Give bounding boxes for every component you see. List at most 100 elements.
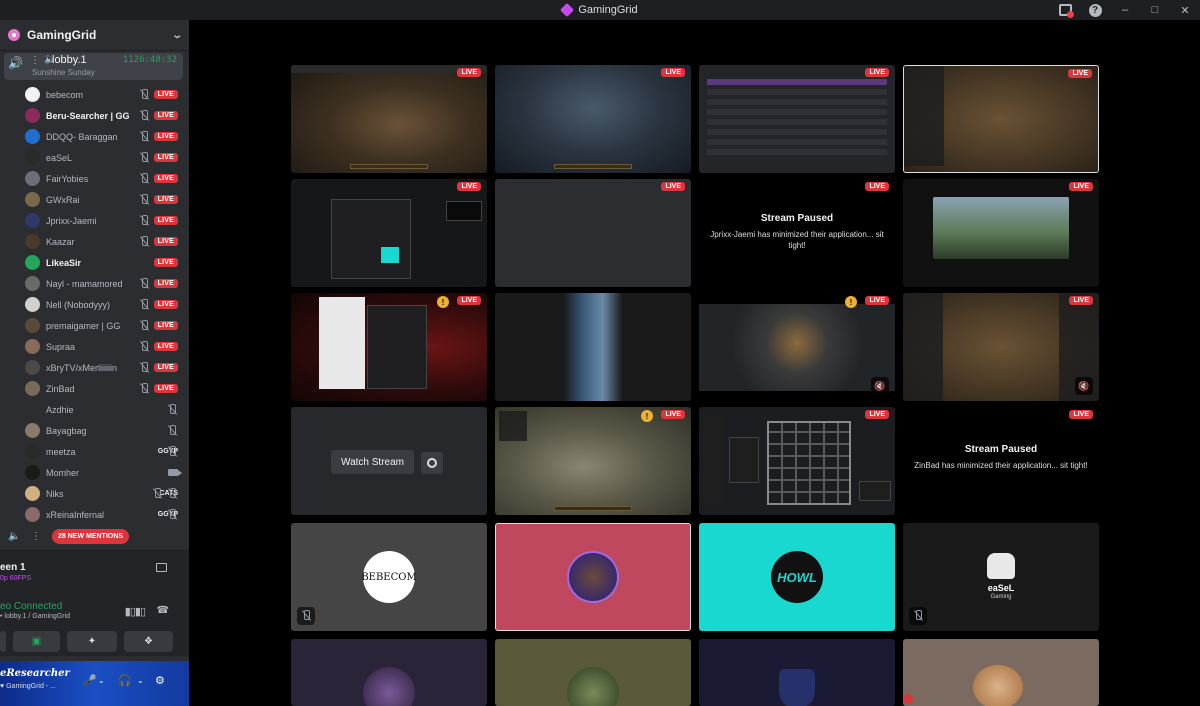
voice-member[interactable]: eaSeL LIVE xyxy=(0,147,189,168)
voice-member[interactable]: SupraaGGYPLIVE xyxy=(0,336,189,357)
stream-tile[interactable]: LIVE xyxy=(291,65,487,173)
avatar xyxy=(25,129,40,144)
microphone-icon[interactable]: 🎤 xyxy=(83,674,97,687)
stream-tile[interactable]: ! LIVE 🔇 xyxy=(699,293,895,401)
avatar xyxy=(25,339,40,354)
camera-button[interactable] xyxy=(0,631,6,652)
stream-paused-text: Jprixx-Jaemi has minimized their applica… xyxy=(710,230,884,250)
stream-tile[interactable]: ! LIVE xyxy=(291,293,487,401)
stream-tile[interactable]: LIVE 🔇 xyxy=(903,293,1099,401)
voice-member[interactable]: bebecom LIVE xyxy=(0,84,189,105)
member-tile[interactable] xyxy=(699,639,895,706)
settings-gear-icon[interactable]: ⚙ xyxy=(155,674,165,687)
stream-tile-paused[interactable]: Stream Paused Jprixx-Jaemi has minimized… xyxy=(699,179,895,287)
disconnect-icon[interactable]: ☎ xyxy=(157,605,169,616)
voice-member[interactable]: Nayl - mamamored LIVE xyxy=(0,273,189,294)
help-button[interactable]: ? xyxy=(1080,0,1110,20)
screen-share-button[interactable]: ▣ xyxy=(13,631,60,652)
server-header[interactable]: GamingGrid ⌄ xyxy=(0,20,189,51)
mentions-row: 🔈 ⋮ 28 NEW MENTIONS xyxy=(0,527,189,549)
stream-tile[interactable]: LIVE xyxy=(903,65,1099,173)
stream-tile[interactable]: LIVE xyxy=(495,65,691,173)
member-status: LIVE xyxy=(139,110,178,121)
popout-stream-button[interactable] xyxy=(421,452,443,474)
stream-tile-paused[interactable]: Stream Paused ZinBad has minimized their… xyxy=(903,407,1099,515)
stream-tile[interactable] xyxy=(495,293,691,401)
stop-stream-icon[interactable] xyxy=(156,563,167,572)
voice-member[interactable]: xReinaInfernal GGYP xyxy=(0,504,189,525)
stream-tile[interactable]: LIVE xyxy=(903,179,1099,287)
signal-icon[interactable]: ▮▯▮▯ xyxy=(125,605,146,618)
bebecom-avatar: BEBECOM xyxy=(361,551,417,603)
voice-member[interactable]: ZinBadR2GLIVE xyxy=(0,378,189,399)
mic-muted-icon xyxy=(152,488,163,499)
voice-member[interactable]: LikeaSir LIVE xyxy=(0,252,189,273)
voice-channel-lobby[interactable]: 🔊 ⋮ 🔈 lobby.1 1126:48:32 Sunshine Sunday xyxy=(4,53,183,80)
watch-stream-button[interactable]: Watch Stream xyxy=(331,450,414,474)
chevron-down-icon[interactable]: ⌄ xyxy=(98,676,105,685)
stream-tile[interactable]: ! LIVE xyxy=(495,407,691,515)
chevron-down-icon[interactable]: ⌄ xyxy=(137,676,144,685)
drag-handle-icon: ⋮ xyxy=(31,531,41,542)
headphones-icon[interactable]: 🎧 xyxy=(118,674,132,687)
voice-member[interactable]: Beru-Searcher | GG LIVE xyxy=(0,105,189,126)
live-badge: LIVE xyxy=(661,410,685,419)
voice-member[interactable]: Bayagbag xyxy=(0,420,189,441)
live-badge: LIVE xyxy=(457,296,481,305)
activities-button[interactable]: ✦ xyxy=(67,631,117,652)
close-button[interactable]: ✕ xyxy=(1170,0,1200,20)
help-icon: ? xyxy=(1088,3,1102,17)
live-badge: LIVE xyxy=(153,216,178,225)
game-hotbar xyxy=(553,164,633,169)
soundboard-button[interactable]: ❖ xyxy=(124,631,173,652)
new-mentions-button[interactable]: 28 NEW MENTIONS xyxy=(52,529,129,544)
voice-member[interactable]: premaigamer | GGINGLIVE xyxy=(0,315,189,336)
voice-member[interactable]: meetza GGYP xyxy=(0,441,189,462)
stream-tile[interactable]: LIVE xyxy=(495,179,691,287)
member-status: LIVE xyxy=(139,152,178,163)
mic-muted-icon xyxy=(139,110,150,121)
member-tile-howl[interactable]: HOWL xyxy=(699,523,895,631)
member-tile-beru[interactable] xyxy=(495,523,691,631)
voice-member[interactable]: Nell (Nobodyyy)GGYPLIVE xyxy=(0,294,189,315)
game-landscape-view xyxy=(933,197,1069,259)
live-badge: LIVE xyxy=(153,111,178,120)
voice-member[interactable]: DDQQ- BaragganGGYPLIVE xyxy=(0,126,189,147)
voice-member[interactable]: KaazarGGYPLIVE xyxy=(0,231,189,252)
table-row xyxy=(707,89,887,95)
voice-member[interactable]: Jprixx-JaemiR2GLIVE xyxy=(0,210,189,231)
avatar xyxy=(25,444,40,459)
live-badge: LIVE xyxy=(153,342,178,351)
stream-paused-title: Stream Paused xyxy=(760,213,834,224)
member-status: LIVE xyxy=(139,215,178,226)
member-tile[interactable] xyxy=(291,639,487,706)
volume-mute-icon[interactable]: 🔇 xyxy=(1075,377,1093,395)
voice-member[interactable]: Azdhie xyxy=(0,399,189,420)
minimize-button[interactable]: – xyxy=(1110,0,1140,20)
member-tile[interactable] xyxy=(495,639,691,706)
voice-status-panel: een 1 0p 60FPS eo Connected • lobby.1 / … xyxy=(0,550,189,656)
dungeon-map xyxy=(767,421,851,505)
voice-member[interactable]: Momher xyxy=(0,462,189,483)
inbox-button[interactable] xyxy=(1050,0,1080,20)
member-tile[interactable] xyxy=(903,639,1099,706)
stream-tile[interactable]: LIVE xyxy=(291,179,487,287)
popout-icon xyxy=(427,458,437,468)
stream-tile[interactable]: LIVE xyxy=(699,65,895,173)
voice-member[interactable]: FairYobies LIVE xyxy=(0,168,189,189)
stream-tile-preview[interactable]: Watch Stream xyxy=(291,407,487,515)
deafened-icon xyxy=(167,488,178,499)
maximize-button[interactable]: □ xyxy=(1140,0,1170,20)
voice-member[interactable]: GWxRaiGGYPLIVE xyxy=(0,189,189,210)
member-tile-bebecom[interactable]: BEBECOM xyxy=(291,523,487,631)
stream-paused-title: Stream Paused xyxy=(964,444,1038,455)
voice-member[interactable]: xBryTV/xMerliiiiiinGGLIVE xyxy=(0,357,189,378)
game-hotbar xyxy=(349,164,429,169)
volume-mute-icon[interactable]: 🔇 xyxy=(871,377,889,395)
member-tile-easel[interactable]: eaSeL Gaming xyxy=(903,523,1099,631)
stream-tile[interactable]: LIVE xyxy=(699,407,895,515)
member-status xyxy=(167,425,178,436)
voice-member[interactable]: Niks CATS xyxy=(0,483,189,504)
member-status: LIVE xyxy=(139,131,178,142)
live-badge: LIVE xyxy=(153,258,178,267)
